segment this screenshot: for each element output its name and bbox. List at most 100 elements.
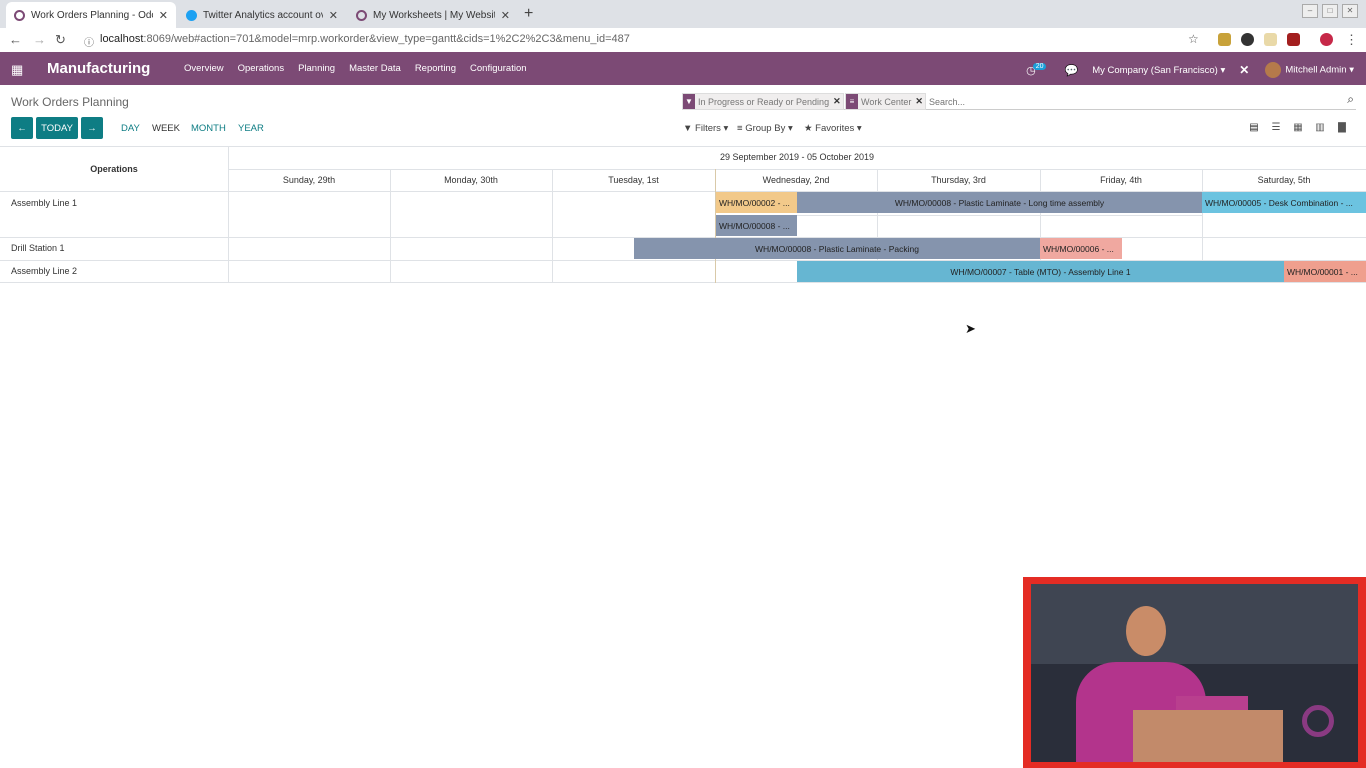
scale-year-button[interactable]: YEAR — [238, 123, 264, 134]
forward-icon[interactable]: → — [33, 32, 46, 47]
previous-button[interactable]: ← — [11, 117, 33, 139]
new-tab-icon[interactable]: + — [524, 5, 533, 23]
day-header: Thursday, 3rd — [931, 175, 986, 185]
row-label-assembly-line-2[interactable]: Assembly Line 2 — [11, 266, 77, 276]
facet-label: Work Center — [861, 96, 912, 107]
row-label-assembly-line-1[interactable]: Assembly Line 1 — [11, 198, 77, 208]
menu-item-operations[interactable]: Operations — [238, 63, 284, 74]
apps-menu-icon[interactable]: ▦ — [11, 62, 23, 78]
tab-title: Twitter Analytics account ov — [203, 9, 323, 21]
url-field[interactable]: localhost:8069/web#action=701&model=mrp.… — [100, 33, 630, 45]
odoo-icon — [14, 9, 25, 21]
navbar-right: ◷ 20 💬 My Company (San Francisco) ▾ ✕ Mi… — [1026, 62, 1354, 78]
bookmark-star-icon[interactable]: ☆ — [1188, 32, 1199, 46]
maximize-icon[interactable]: □ — [1322, 4, 1338, 18]
next-button[interactable]: → — [81, 117, 103, 139]
list-icon: ≡ — [737, 123, 743, 134]
minimize-icon[interactable]: – — [1302, 4, 1318, 18]
pivot-view-icon[interactable]: ▥ — [1314, 122, 1326, 133]
presenter-video — [1031, 584, 1358, 762]
gantt-pill[interactable]: WH/MO/00008 - Plastic Laminate - Packing — [634, 238, 1040, 259]
filter-icon: ▼ — [683, 123, 693, 134]
user-menu[interactable]: Mitchell Admin ▾ — [1265, 62, 1354, 78]
browser-tab-odoo[interactable]: Work Orders Planning - Odoo ✕ — [6, 2, 176, 28]
filters-label: Filters — [695, 123, 721, 134]
extension-icon[interactable] — [1218, 33, 1231, 46]
menu-item-planning[interactable]: Planning — [298, 63, 335, 74]
app-name[interactable]: Manufacturing — [47, 60, 150, 77]
gantt-pill[interactable]: WH/MO/00001 - ... — [1284, 261, 1366, 282]
day-header: Tuesday, 1st — [608, 175, 659, 185]
search-input[interactable] — [927, 94, 1331, 109]
menu-item-reporting[interactable]: Reporting — [415, 63, 456, 74]
day-header: Saturday, 5th — [1257, 175, 1311, 185]
podium — [1133, 710, 1283, 762]
day-header: Friday, 4th — [1100, 175, 1142, 185]
close-icon[interactable]: ✕ — [159, 9, 168, 22]
gantt-pill[interactable]: WH/MO/00008 - ... — [716, 215, 797, 236]
mouse-cursor-icon: ➤ — [965, 321, 976, 336]
shield-icon[interactable] — [1287, 33, 1300, 46]
info-icon[interactable]: ⓘ — [84, 34, 94, 49]
search-bar: ▼ In Progress or Ready or Pending ✕ ≡ Wo… — [682, 92, 1356, 110]
company-name: My Company (San Francisco) — [1092, 64, 1218, 76]
extension-icon[interactable] — [1264, 33, 1277, 46]
favorites-dropdown[interactable]: ★ Favorites ▾ — [804, 123, 862, 134]
browser-menu-icon[interactable]: ⋮ — [1345, 32, 1358, 48]
search-facet-groupby[interactable]: ≡ Work Center ✕ — [845, 93, 926, 110]
browser-tab-bar: Work Orders Planning - Odoo ✕ Twitter An… — [0, 0, 1366, 28]
avatar — [1265, 62, 1282, 78]
facet-label: In Progress or Ready or Pending — [698, 96, 830, 107]
operations-header: Operations — [90, 163, 138, 174]
divider — [228, 146, 229, 283]
close-icon[interactable]: ✕ — [1239, 63, 1249, 77]
chat-icon[interactable]: 💬 — [1064, 64, 1078, 77]
gantt-view-icon[interactable]: ▤ — [1248, 122, 1260, 133]
remove-facet-icon[interactable]: ✕ — [833, 96, 841, 107]
reload-icon[interactable]: ↻ — [55, 32, 66, 48]
scale-month-button[interactable]: MONTH — [191, 123, 226, 134]
close-icon[interactable]: ✕ — [501, 9, 510, 22]
odoo-logo-icon — [1302, 705, 1334, 737]
extension-icon[interactable] — [1241, 33, 1254, 46]
browser-tab-twitter[interactable]: Twitter Analytics account ov ✕ — [178, 2, 346, 28]
graph-view-icon[interactable]: ▇ — [1336, 122, 1348, 133]
filters-dropdown[interactable]: ▼ Filters ▾ — [683, 123, 728, 134]
scale-day-button[interactable]: DAY — [121, 123, 140, 134]
divider — [228, 169, 1366, 170]
menu-item-overview[interactable]: Overview — [184, 63, 224, 74]
gantt-pill[interactable]: WH/MO/00008 - Plastic Laminate - Long ti… — [797, 192, 1202, 213]
groupby-dropdown[interactable]: ≡ Group By ▾ — [737, 123, 793, 134]
twitter-icon — [186, 9, 197, 21]
profile-avatar-icon[interactable] — [1320, 33, 1333, 46]
main-menu: Overview Operations Planning Master Data… — [184, 63, 541, 74]
search-facet-filter[interactable]: ▼ In Progress or Ready or Pending ✕ — [682, 93, 844, 110]
user-name: Mitchell Admin — [1285, 64, 1347, 76]
remove-facet-icon[interactable]: ✕ — [915, 96, 923, 107]
window-close-icon[interactable]: ✕ — [1342, 4, 1358, 18]
gantt-pill[interactable]: WH/MO/00007 - Table (MTO) - Assembly Lin… — [797, 261, 1284, 282]
today-button[interactable]: TODAY — [36, 117, 78, 139]
scale-week-button[interactable]: WEEK — [152, 123, 180, 134]
browser-tab-worksheets[interactable]: My Worksheets | My Website ✕ — [348, 2, 518, 28]
filter-icon: ▼ — [683, 94, 695, 109]
back-icon[interactable]: ← — [9, 32, 22, 47]
favorites-label: Favorites — [815, 123, 855, 134]
company-switcher[interactable]: My Company (San Francisco) ▾ — [1092, 65, 1225, 76]
date-range-header: 29 September 2019 - 05 October 2019 — [719, 152, 875, 162]
day-header: Wednesday, 2nd — [762, 175, 830, 185]
groupby-label: Group By — [745, 123, 786, 134]
close-icon[interactable]: ✕ — [329, 9, 338, 22]
tab-title: My Worksheets | My Website — [373, 9, 495, 21]
menu-item-master-data[interactable]: Master Data — [349, 63, 401, 74]
row-label-drill-station-1[interactable]: Drill Station 1 — [11, 243, 65, 253]
search-icon[interactable]: ⌕ — [1347, 92, 1354, 107]
url-host: localhost — [100, 33, 144, 45]
calendar-view-icon[interactable]: ▦ — [1292, 122, 1304, 133]
gantt-pill[interactable]: WH/MO/00006 - ... — [1040, 238, 1122, 259]
gantt-pill[interactable]: WH/MO/00002 - ... — [716, 192, 797, 213]
activity-count-badge: 20 — [1032, 62, 1047, 70]
list-view-icon[interactable]: ☰ — [1270, 122, 1282, 133]
gantt-pill[interactable]: WH/MO/00005 - Desk Combination - ... — [1202, 192, 1366, 213]
menu-item-configuration[interactable]: Configuration — [470, 63, 527, 74]
